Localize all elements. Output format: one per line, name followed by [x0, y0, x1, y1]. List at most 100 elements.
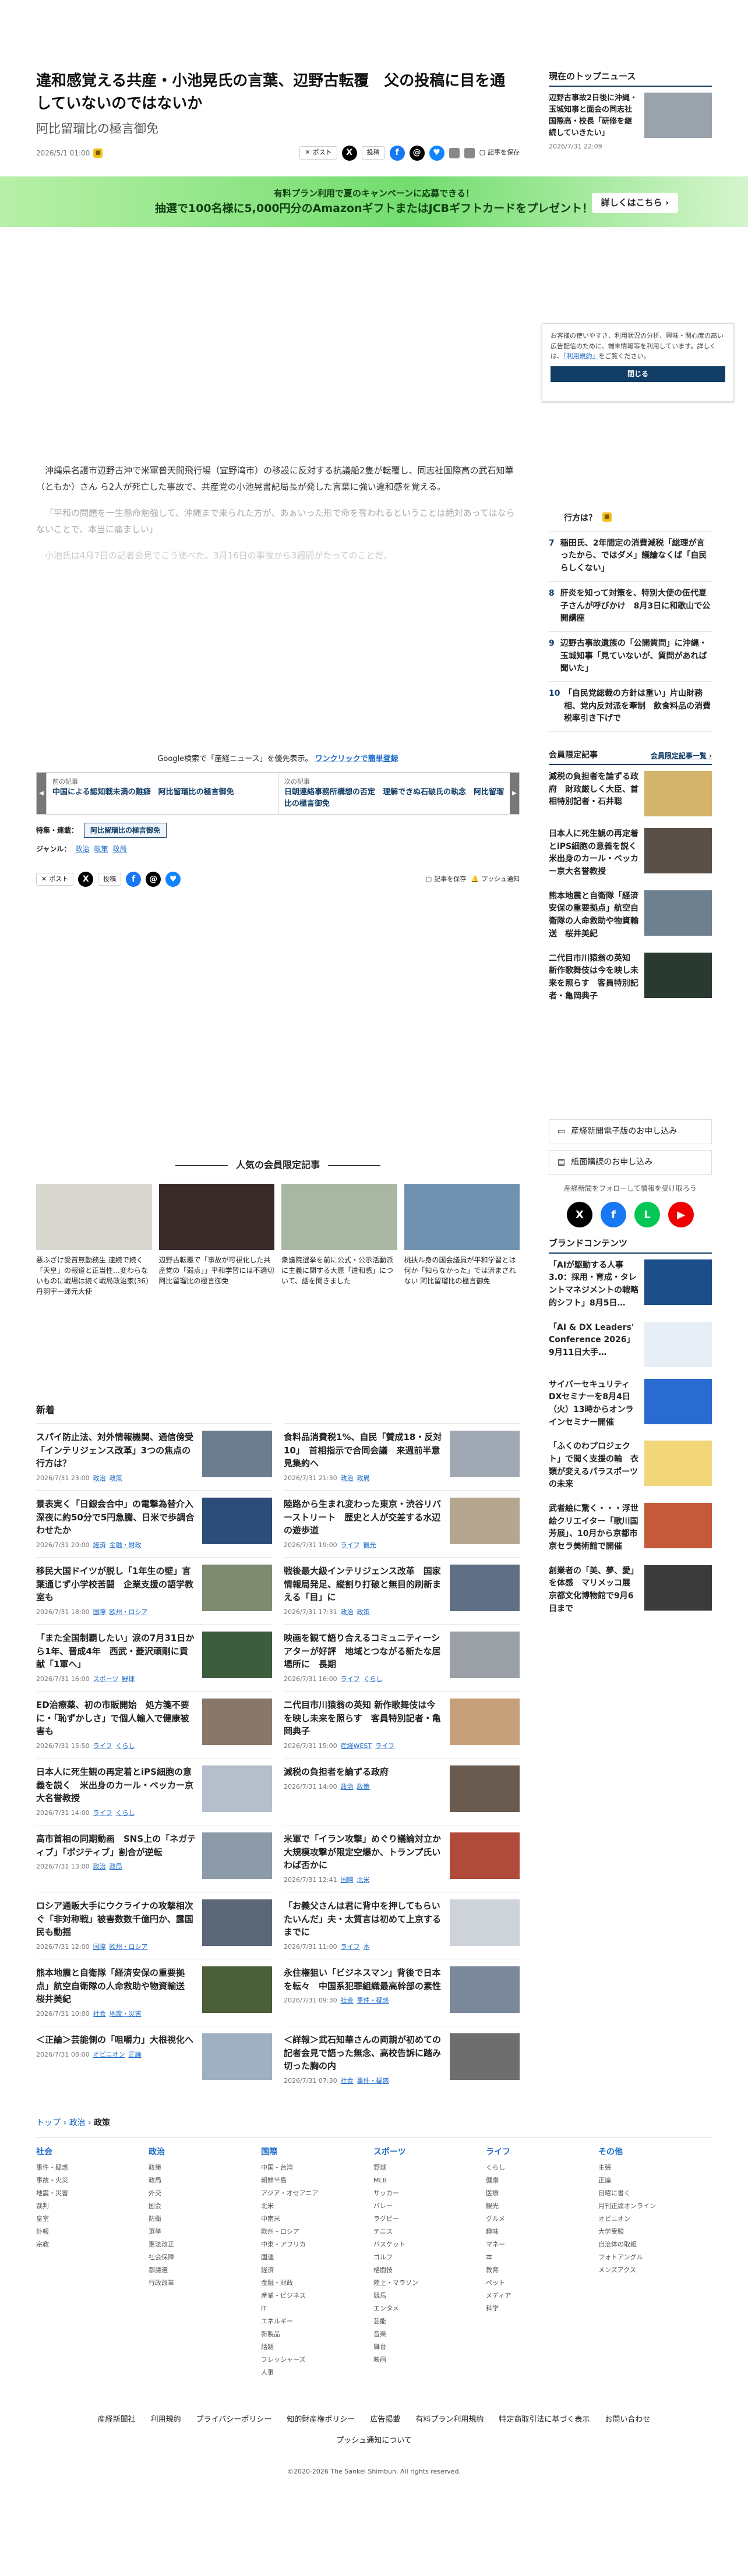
- footer-link[interactable]: 行政改革: [149, 2277, 261, 2290]
- threads-icon[interactable]: @: [409, 145, 425, 161]
- footer-link[interactable]: マネー: [486, 2238, 598, 2251]
- news-subcategory[interactable]: 野球: [122, 1675, 135, 1685]
- news-category[interactable]: 社会: [93, 2009, 106, 2019]
- news-category[interactable]: 産経WEST: [341, 1742, 372, 1751]
- news-item[interactable]: 映画を観て語り合えるコミュニティーシアターが好評 地域とつながる新たな居場所に …: [284, 1624, 520, 1691]
- news-item[interactable]: 二代目市川猿翁の英知 新作歌舞伎は今を映し未来を照らす 客員特別記者・亀岡典子 2…: [284, 1691, 520, 1758]
- news-category[interactable]: 政治: [341, 1782, 354, 1792]
- footer-bottom-link[interactable]: プライバシーポリシー: [196, 2414, 272, 2426]
- footer-link[interactable]: くらし: [486, 2161, 598, 2174]
- footer-link[interactable]: 国会: [149, 2200, 261, 2213]
- footer-link[interactable]: 日曜に書く: [598, 2187, 711, 2200]
- footer-link[interactable]: フレッシャーズ: [261, 2354, 373, 2366]
- news-item[interactable]: スパイ防止法、対外情報機関、通信傍受「インテリジェンス改革」3つの焦点の行方は？…: [36, 1423, 272, 1490]
- news-item[interactable]: 日本人に死生観の再定着とiPS細胞の意義を説く 米出身のカール・ベッカー京大名誉…: [36, 1758, 272, 1825]
- print-icon[interactable]: [464, 147, 475, 158]
- footer-link[interactable]: バスケット: [373, 2238, 486, 2251]
- footer-column-heading[interactable]: 国際: [261, 2144, 373, 2160]
- news-item[interactable]: 食料品消費税1%、自民「賛成18・反対10」 首相指示で合同会議 来週前半意見集…: [284, 1423, 520, 1490]
- footer-link[interactable]: ラグビー: [373, 2213, 486, 2225]
- footer-link[interactable]: MLB: [373, 2174, 486, 2187]
- prev-article-link[interactable]: 前の記事 中国による認知戦未満の難癖 阿比留瑠比の極言御免: [46, 772, 278, 814]
- x-icon[interactable]: X: [567, 1202, 592, 1228]
- members-more-link[interactable]: 会員限定記事一覧 ›: [651, 751, 712, 761]
- footer-link[interactable]: メディア: [486, 2290, 598, 2302]
- footer-link[interactable]: 中国・台湾: [261, 2161, 373, 2174]
- footer-link[interactable]: 外交: [149, 2187, 261, 2200]
- news-item[interactable]: 「また全国制覇したい」涙の7月31日から1年、晋成4年 西武・菱沢頑剛に貢献「1…: [36, 1624, 272, 1691]
- footer-link[interactable]: グルメ: [486, 2213, 598, 2225]
- footer-link[interactable]: 地震・災害: [36, 2187, 149, 2200]
- footer-link[interactable]: 北米: [261, 2200, 373, 2213]
- footer-link[interactable]: 政策: [149, 2161, 261, 2174]
- footer-link[interactable]: エネルギー: [261, 2315, 373, 2328]
- news-category[interactable]: 経済: [93, 1541, 106, 1551]
- news-subcategory[interactable]: 観光: [364, 1541, 376, 1551]
- news-item[interactable]: 減税の負担者を論ずる政府 2026/7/31 14:00 政治 政策: [284, 1758, 520, 1825]
- news-item[interactable]: 陸路から生まれ変わった東京・渋谷リバーストリート 歴史と人が交差する水辺の遊歩道…: [284, 1490, 520, 1557]
- threads-icon[interactable]: @: [146, 872, 161, 887]
- popular-item[interactable]: 衆議院選挙を前に公式・公示活動派に主義に関する大原「違和感」について、話を聞きま…: [281, 1184, 397, 1297]
- member-item[interactable]: 熊本地震と自衛隊「経済安保の重要拠点」航空自衛隊の人命救助や物資輸送 桜井美紀: [549, 884, 712, 947]
- prev-arrow-icon[interactable]: ◀: [37, 772, 46, 814]
- footer-link[interactable]: 主張: [598, 2161, 711, 2174]
- member-item[interactable]: 二代目市川猿翁の英知 新作歌舞伎は今を映し未来を照らす 客員特別記者・亀岡典子: [549, 947, 712, 1009]
- footer-column-heading[interactable]: ライフ: [486, 2144, 598, 2160]
- footer-link[interactable]: 正論: [598, 2174, 711, 2187]
- footer-link[interactable]: エンタメ: [373, 2302, 486, 2315]
- news-category[interactable]: 政治: [341, 1474, 354, 1484]
- footer-link[interactable]: 経済: [261, 2264, 373, 2277]
- footer-link[interactable]: 裁判: [36, 2200, 149, 2213]
- next-article-link[interactable]: 次の記事 日朝連絡事務所構想の否定 理解できぬ石破氏の執念 阿比留瑠比の極言御免: [278, 772, 510, 814]
- bluesky-icon[interactable]: ♥: [429, 145, 444, 161]
- news-subcategory[interactable]: くらし: [364, 1675, 383, 1685]
- push-notify-button[interactable]: 🔔 プッシュ通知: [471, 875, 520, 884]
- news-category[interactable]: 社会: [341, 2076, 354, 2086]
- article-subtitle[interactable]: 阿比留瑠比の極言御免: [36, 120, 520, 139]
- save-article-button[interactable]: ▢ 記事を保存: [479, 148, 520, 158]
- footer-link[interactable]: 舞台: [373, 2341, 486, 2354]
- popular-item[interactable]: 悪ふざけ受賞無勤務生 連続で続く「天皇」の報道と正当性…変わらないものに戦場は続…: [36, 1184, 152, 1297]
- news-category[interactable]: ライフ: [93, 1742, 112, 1751]
- footer-link[interactable]: テニス: [373, 2225, 486, 2238]
- footer-link[interactable]: 大学受験: [598, 2225, 711, 2238]
- brand-item[interactable]: 「AIが駆動する人事3.0：採用・育成・タレントマネジメントの戦略的シフト」8月…: [549, 1254, 712, 1316]
- member-item[interactable]: 減税の負担者を論ずる政府 財政厳しく大臣、首相特別記者・石井聡: [549, 765, 712, 822]
- footer-link[interactable]: IT: [261, 2302, 373, 2315]
- next-arrow-icon[interactable]: ▶: [510, 772, 519, 814]
- facebook-icon[interactable]: f: [389, 145, 405, 161]
- x-post-button[interactable]: ✕ ポスト: [299, 146, 337, 160]
- news-item[interactable]: ED治療薬、初の市販開始 処方箋不要に・「恥ずかしさ」で個人輸入で健康被害も 20…: [36, 1691, 272, 1758]
- google-register-link[interactable]: ワンクリックで簡単登録: [315, 755, 398, 763]
- footer-link[interactable]: アジア・オセアニア: [261, 2187, 373, 2200]
- footer-link[interactable]: 朝鮮半島: [261, 2174, 373, 2187]
- footer-link[interactable]: 話題: [261, 2341, 373, 2354]
- link-icon[interactable]: [449, 147, 460, 158]
- news-subcategory[interactable]: 地震・災害: [110, 2009, 142, 2019]
- footer-link[interactable]: 中東・アフリカ: [261, 2238, 373, 2251]
- news-item[interactable]: 熊本地震と自衛隊「経済安保の重要拠点」航空自衛隊の人命救助や物資輸送 桜井美紀 2…: [36, 1959, 272, 2026]
- paper-subscribe-button[interactable]: ▤ 紙面購読のお申し込み: [549, 1150, 712, 1176]
- member-item[interactable]: 日本人に死生観の再定着とiPS細胞の意義を説く 米出身のカール・ベッカー京大名誉…: [549, 822, 712, 884]
- news-subcategory[interactable]: ライフ: [375, 1742, 394, 1751]
- news-item[interactable]: 景表実く「日銀会合中」の電撃為替介入 深夜に約50分で5円急騰、日米で歩調合わせ…: [36, 1490, 272, 1557]
- news-category[interactable]: 国際: [93, 1608, 106, 1618]
- ranking-item[interactable]: 7 稲田氏、2年間定の消費減税「総理が言ったから、ではダメ」議論なくば「自民らしく…: [549, 532, 712, 582]
- x-icon[interactable]: X: [78, 872, 94, 887]
- footer-link[interactable]: 産業・ビジネス: [261, 2290, 373, 2302]
- footer-bottom-link[interactable]: 特定商取引法に基づく表示: [499, 2414, 590, 2426]
- footer-link[interactable]: 都議選: [149, 2264, 261, 2277]
- news-category[interactable]: ライフ: [341, 1541, 360, 1551]
- footer-link[interactable]: 訃報: [36, 2225, 149, 2238]
- news-item[interactable]: ＜詳報＞武石知華さんの両親が初めての記者会見で語った無念、高校告訴に踏み切った胸…: [284, 2026, 520, 2093]
- save-article-button[interactable]: ▢ 記事を保存: [426, 875, 466, 884]
- news-subcategory[interactable]: 政局: [110, 1862, 122, 1872]
- genre-link[interactable]: 政治: [75, 844, 89, 854]
- news-item[interactable]: 戦後最大級インテリジェンス改革 国家情報局発足、縦割り打破と無目的刷新まえる「目…: [284, 1557, 520, 1624]
- news-category[interactable]: ライフ: [341, 1675, 360, 1685]
- news-subcategory[interactable]: 政策: [110, 1474, 122, 1484]
- footer-link[interactable]: 政局: [149, 2174, 261, 2187]
- digital-subscribe-button[interactable]: ▭ 産経新聞電子版のお申し込み: [549, 1119, 712, 1145]
- footer-link[interactable]: 映画: [373, 2354, 486, 2366]
- popular-item[interactable]: 桃扶ル身の国会議員が平和学習とは何か「知らなかった」では済まされない 阿比留瑠比…: [404, 1184, 520, 1297]
